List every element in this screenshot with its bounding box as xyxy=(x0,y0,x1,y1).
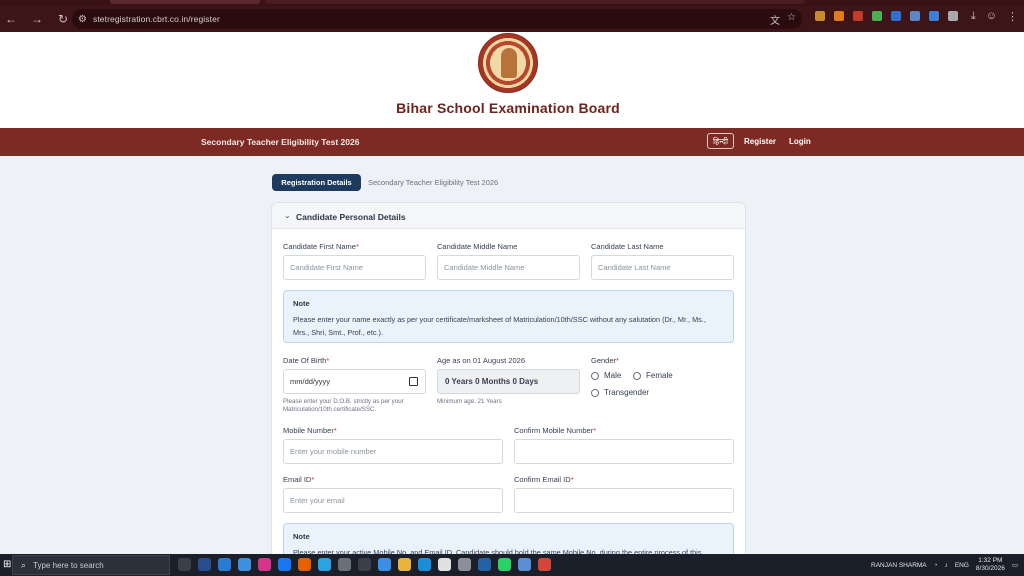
file-explorer-icon[interactable] xyxy=(398,558,411,571)
dob-label: Date Of Birth* xyxy=(283,356,330,365)
middle-name-input[interactable]: Candidate Middle Name xyxy=(437,255,580,280)
main-navbar: Secondary Teacher Eligibility Test 2026 … xyxy=(0,128,1024,156)
taskbar-apps xyxy=(178,558,551,571)
taskbar-search[interactable]: ⌕ Type here to search xyxy=(12,555,170,575)
chrome-profile-icon[interactable] xyxy=(538,558,551,571)
extension-icon[interactable] xyxy=(910,11,920,21)
task-view-icon[interactable] xyxy=(178,558,191,571)
note-heading: Note xyxy=(293,532,310,541)
first-name-label: Candidate First Name* xyxy=(283,242,359,251)
section-title: Candidate Personal Details xyxy=(296,212,406,222)
calendar-icon[interactable] xyxy=(409,377,418,386)
extension-icon[interactable] xyxy=(929,11,939,21)
browser-tab-active[interactable] xyxy=(265,0,805,4)
taskbar-search-placeholder: Type here to search xyxy=(33,560,104,570)
age-hint: Minimum age: 21 Years xyxy=(437,398,502,405)
dob-hint: Please enter your D.O.B. strictly as per… xyxy=(283,398,404,413)
tab-exam-name[interactable]: Secondary Teacher Eligibility Test 2026 xyxy=(368,178,498,187)
chevron-down-icon: ⌄ xyxy=(284,211,291,220)
volume-icon[interactable]: ♪ xyxy=(945,562,948,569)
confirm-mobile-input[interactable] xyxy=(514,439,734,464)
address-bar[interactable]: ⚙ stetregistration.cbrt.co.in/register 文… xyxy=(72,9,802,29)
extensions-area xyxy=(815,6,967,26)
forward-icon[interactable]: → xyxy=(27,9,47,29)
section-header[interactable]: ⌄ Candidate Personal Details xyxy=(272,203,745,229)
tray-lang[interactable]: ENG xyxy=(955,562,969,569)
extension-icon[interactable] xyxy=(872,11,882,21)
dob-input[interactable]: mm/dd/yyyy xyxy=(283,369,426,394)
instagram-icon[interactable] xyxy=(258,558,271,571)
mobile-input[interactable]: Enter your mobile number xyxy=(283,439,503,464)
windows-taskbar: ⊞ ⌕ Type here to search RANJAN SHARMA ◔ … xyxy=(0,554,1024,576)
app-icon[interactable] xyxy=(358,558,371,571)
whatsapp-icon[interactable] xyxy=(498,558,511,571)
gender-radio-female[interactable]: Female xyxy=(633,371,673,380)
confirm-email-input[interactable] xyxy=(514,488,734,513)
personal-details-card: ⌄ Candidate Personal Details Candidate F… xyxy=(271,202,746,576)
network-icon[interactable]: ◔ xyxy=(934,562,938,569)
search-icon: ⌕ xyxy=(21,559,27,570)
gender-radio-male[interactable]: Male xyxy=(591,371,621,380)
exam-name: Secondary Teacher Eligibility Test 2026 xyxy=(201,137,360,147)
tab-registration-details[interactable]: Registration Details xyxy=(272,174,361,191)
gender-label: Gender* xyxy=(591,356,619,365)
email-label: Email ID* xyxy=(283,475,315,484)
browser-tab[interactable] xyxy=(110,0,260,4)
age-label: Age as on 01 August 2026 xyxy=(437,356,525,365)
app-icon[interactable] xyxy=(518,558,531,571)
reload-icon[interactable]: ↻ xyxy=(53,9,73,29)
board-logo xyxy=(478,33,538,93)
confirm-email-label: Confirm Email ID* xyxy=(514,475,574,484)
notification-icon[interactable]: ▭ xyxy=(1012,561,1018,569)
extension-icon[interactable] xyxy=(853,11,863,21)
system-tray: RANJAN SHARMA ◔ ♪ ENG 1:32 PM 8/30/2026 … xyxy=(871,554,1018,576)
back-icon[interactable]: ← xyxy=(1,9,21,29)
facebook-icon[interactable] xyxy=(278,558,291,571)
extension-icon[interactable] xyxy=(891,11,901,21)
email-input[interactable]: Enter your email xyxy=(283,488,503,513)
telegram-icon[interactable] xyxy=(318,558,331,571)
gender-radio-transgender[interactable]: Transgender xyxy=(591,388,649,397)
app-icon[interactable] xyxy=(218,558,231,571)
confirm-mobile-label: Confirm Mobile Number* xyxy=(514,426,597,435)
app-icon[interactable] xyxy=(378,558,391,571)
register-link[interactable]: Register xyxy=(744,137,776,146)
age-readout: 0 Years 0 Months 0 Days xyxy=(437,369,580,394)
tray-clock[interactable]: 1:32 PM 8/30/2026 xyxy=(976,557,1005,573)
extensions-puzzle-icon[interactable] xyxy=(948,11,958,21)
board-title: Bihar School Examination Board xyxy=(396,100,620,116)
bookmark-star-icon[interactable]: ☆ xyxy=(787,12,796,27)
tray-user[interactable]: RANJAN SHARMA xyxy=(871,562,927,569)
app-icon[interactable] xyxy=(458,558,471,571)
translate-icon[interactable]: 文 xyxy=(770,12,780,27)
menu-icon[interactable]: ⋮ xyxy=(1007,10,1018,23)
address-url: stetregistration.cbrt.co.in/register xyxy=(92,14,220,24)
middle-name-label: Candidate Middle Name xyxy=(437,242,518,251)
edge-icon[interactable] xyxy=(418,558,431,571)
note-heading: Note xyxy=(293,299,310,308)
profile-icon[interactable]: ☺ xyxy=(986,10,997,22)
last-name-label: Candidate Last Name xyxy=(591,242,664,251)
app-icon[interactable] xyxy=(238,558,251,571)
login-link[interactable]: Login xyxy=(789,137,811,146)
amazon-extension-icon[interactable] xyxy=(834,11,844,21)
note-text: Please enter your name exactly as per yo… xyxy=(293,315,706,337)
app-icon[interactable] xyxy=(198,558,211,571)
chrome-icon[interactable] xyxy=(438,558,451,571)
browser-right-controls: ⤓ ☺ ⋮ xyxy=(971,6,1018,26)
mobile-label: Mobile Number* xyxy=(283,426,337,435)
firefox-icon[interactable] xyxy=(298,558,311,571)
app-icon[interactable] xyxy=(338,558,351,571)
first-name-input[interactable]: Candidate First Name xyxy=(283,255,426,280)
site-info-icon[interactable]: ⚙ xyxy=(78,14,87,25)
app-icon[interactable] xyxy=(478,558,491,571)
extension-icon[interactable] xyxy=(815,11,825,21)
last-name-input[interactable]: Candidate Last Name xyxy=(591,255,734,280)
name-note: Note Please enter your name exactly as p… xyxy=(283,290,734,343)
download-icon[interactable]: ⤓ xyxy=(971,10,976,23)
language-toggle-button[interactable]: हिन्दी xyxy=(707,133,734,149)
